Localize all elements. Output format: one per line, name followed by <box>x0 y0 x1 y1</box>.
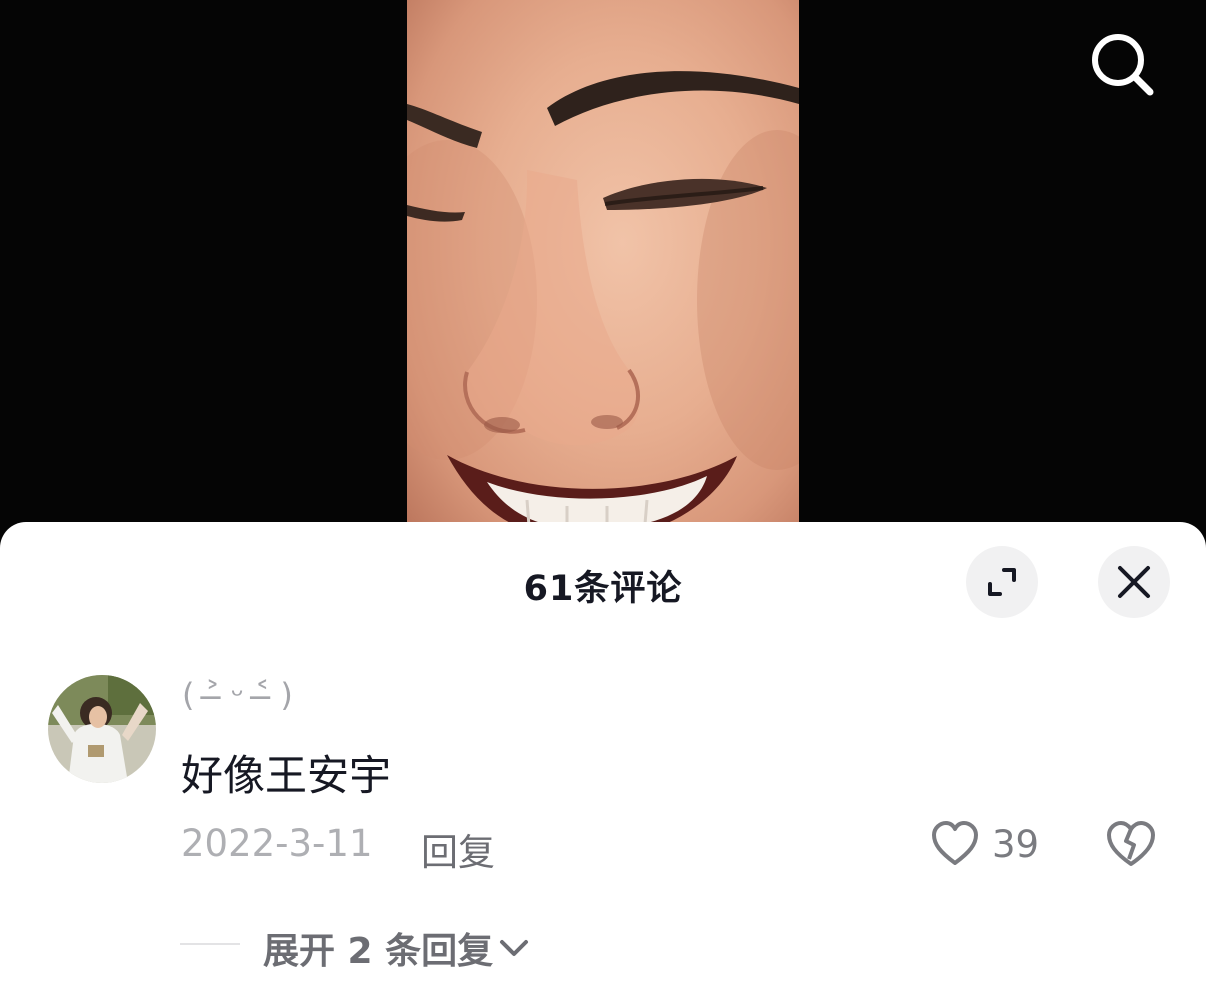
comment-date: 2022-3-11 <box>181 822 373 865</box>
like-button[interactable]: 39 <box>930 818 1039 870</box>
chevron-down-icon <box>500 940 529 956</box>
dislike-button[interactable] <box>1105 819 1157 869</box>
expand-replies-label: 展开 2 条回复 <box>263 931 494 972</box>
fullscreen-icon <box>988 568 1016 596</box>
comments-sheet: 61条评论 (˃̶ ᵕ ˂̶) 好像王安宇 2022-3-11 回复 39 … <box>0 522 1206 997</box>
avatar[interactable] <box>48 675 156 783</box>
replies-divider <box>180 943 240 945</box>
video-player[interactable] <box>407 0 799 540</box>
expand-replies-button[interactable]: 展开 2 条回复 <box>263 922 531 974</box>
search-icon <box>1092 34 1154 96</box>
reply-button[interactable]: 回复 <box>421 822 495 876</box>
comment-username[interactable]: ( ˃̶ ᵕ ˂̶ ) <box>182 676 293 714</box>
fullscreen-button[interactable] <box>966 546 1038 618</box>
video-frame-face <box>407 71 799 540</box>
broken-heart-icon <box>1107 821 1155 866</box>
close-button[interactable] <box>1098 546 1170 618</box>
close-icon <box>1118 566 1150 598</box>
avatar-image <box>48 675 156 783</box>
heart-outline-icon <box>932 821 978 865</box>
search-button[interactable] <box>1084 28 1160 104</box>
comment-text: 好像王安宇 <box>181 751 392 800</box>
video-comment-screen: 61条评论 (˃̶ ᵕ ˂̶) 好像王安宇 2022-3-11 回复 39 … <box>0 0 1206 997</box>
like-count: 39 <box>992 822 1040 866</box>
